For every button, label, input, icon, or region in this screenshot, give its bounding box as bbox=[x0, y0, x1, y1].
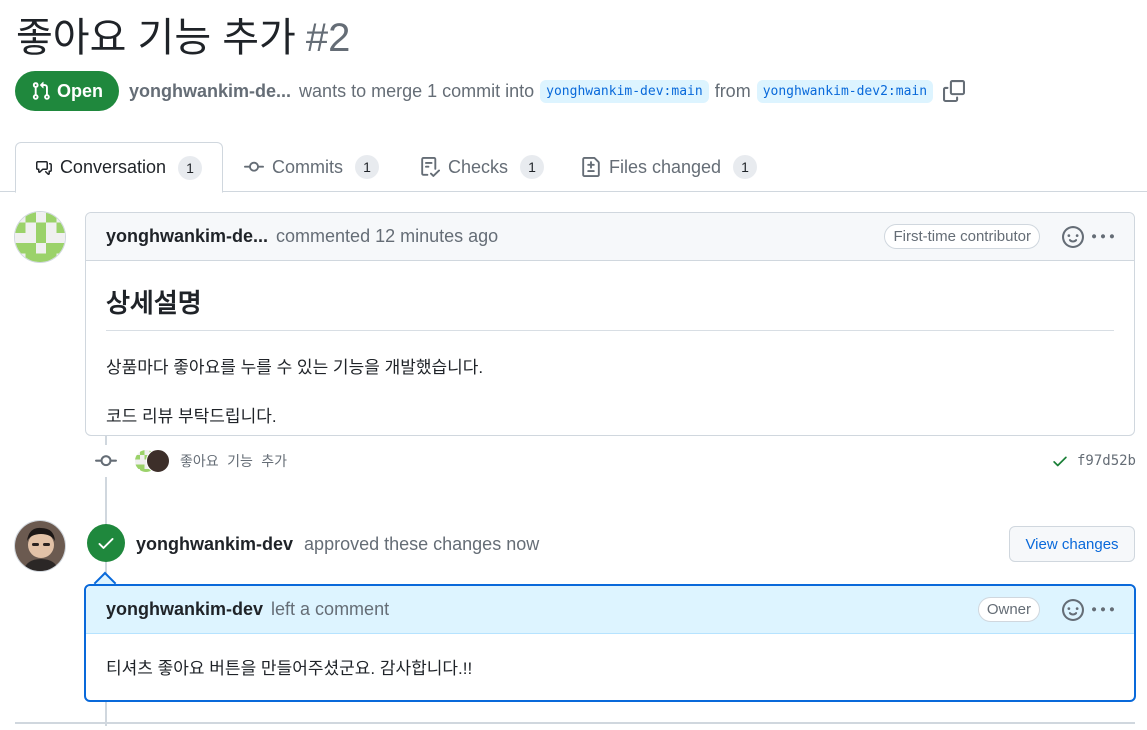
tab-counter: 1 bbox=[355, 155, 379, 179]
avatar[interactable] bbox=[14, 211, 66, 263]
review-summary: yonghwankim-dev approved these changes n… bbox=[136, 534, 539, 555]
comment-header: yonghwankim-de... commented 12 minutes a… bbox=[86, 213, 1134, 261]
pr-meta-row: Open yonghwankim-de... wants to merge 1 … bbox=[15, 71, 966, 111]
git-commit-icon bbox=[90, 445, 122, 477]
timeline-divider bbox=[15, 722, 1135, 724]
comment-author-link[interactable]: yonghwankim-dev bbox=[106, 599, 263, 620]
kebab-menu-icon[interactable] bbox=[1092, 599, 1114, 621]
comment-discussion-icon bbox=[36, 160, 52, 175]
head-branch[interactable]: yonghwankim-dev2:main bbox=[756, 79, 934, 103]
pr-tabs: Conversation 1 Commits 1 Checks 1 Files … bbox=[0, 142, 1147, 193]
commit-status: f97d52b bbox=[1051, 452, 1136, 470]
tab-files-changed[interactable]: Files changed 1 bbox=[561, 142, 777, 192]
tab-counter: 1 bbox=[178, 155, 202, 180]
tab-commits[interactable]: Commits 1 bbox=[224, 142, 399, 192]
tab-conversation[interactable]: Conversation 1 bbox=[15, 142, 223, 193]
tab-checks[interactable]: Checks 1 bbox=[400, 142, 564, 192]
comment-body: 상세설명 상품마다 좋아요를 누를 수 있는 기능을 개발했습니다. 코드 리뷰… bbox=[86, 261, 1134, 471]
review-action: approved these changes now bbox=[304, 534, 540, 554]
tab-label: Files changed bbox=[609, 156, 722, 177]
checklist-icon bbox=[421, 157, 440, 177]
from-text: from bbox=[714, 80, 751, 101]
git-pull-request-icon bbox=[32, 81, 50, 100]
review-author-link[interactable]: yonghwankim-dev bbox=[136, 534, 293, 554]
comment-body: 티셔츠 좋아요 버튼을 만들어주셨군요. 감사합니다.!! bbox=[86, 634, 1134, 699]
pr-title: 좋아요 기능 추가 #2 bbox=[16, 12, 350, 64]
file-diff-icon bbox=[582, 157, 600, 177]
tab-label: Commits bbox=[272, 156, 343, 177]
approved-check-badge bbox=[87, 524, 125, 562]
comment-header: yonghwankim-dev left a comment Owner bbox=[86, 586, 1134, 634]
tab-label: Conversation bbox=[59, 157, 166, 177]
comment-paragraph: 코드 리뷰 부탁드립니다. bbox=[106, 407, 277, 426]
comment-author-link[interactable]: yonghwankim-de... bbox=[106, 226, 268, 247]
contributor-badge: First-time contributor bbox=[884, 224, 1040, 249]
comment-heading: 상세설명 bbox=[106, 283, 1114, 331]
avatar[interactable] bbox=[14, 520, 66, 572]
check-icon bbox=[98, 538, 114, 549]
check-icon[interactable] bbox=[1051, 452, 1069, 470]
kebab-menu-icon[interactable] bbox=[1092, 226, 1114, 248]
copy-icon[interactable] bbox=[943, 80, 966, 102]
tab-counter: 1 bbox=[520, 155, 545, 179]
commit-message-link[interactable]: 좋아요 기능 추가 bbox=[180, 451, 287, 471]
review-comment: yonghwankim-dev left a comment Owner 티셔츠… bbox=[84, 584, 1136, 702]
avatar[interactable] bbox=[146, 449, 170, 473]
comment-paragraph: 티셔츠 좋아요 버튼을 만들어주셨군요. 감사합니다.!! bbox=[106, 659, 473, 678]
base-branch[interactable]: yonghwankim-dev:main bbox=[540, 79, 709, 103]
commit-row: 좋아요 기능 추가 f97d52b bbox=[90, 445, 1136, 477]
pr-number: #2 bbox=[305, 16, 351, 60]
merge-description: yonghwankim-de... wants to merge 1 commi… bbox=[129, 79, 966, 103]
tab-counter: 1 bbox=[733, 155, 758, 179]
owner-badge: Owner bbox=[977, 597, 1040, 622]
identicon-icon bbox=[15, 212, 65, 262]
comment-action: left a comment bbox=[271, 599, 390, 619]
state-label: Open bbox=[57, 80, 104, 101]
merge-text: wants to merge 1 commit into bbox=[299, 80, 535, 101]
commit-sha-link[interactable]: f97d52b bbox=[1077, 453, 1136, 469]
pr-author-link[interactable]: yonghwankim-de... bbox=[129, 81, 291, 102]
comment-timestamp[interactable]: commented 12 minutes ago bbox=[276, 226, 498, 247]
comment-paragraph: 상품마다 좋아요를 누를 수 있는 기능을 개발했습니다. bbox=[106, 358, 484, 377]
smiley-icon[interactable] bbox=[1062, 598, 1084, 621]
commit-avatars bbox=[134, 449, 174, 473]
pr-description-comment: yonghwankim-de... commented 12 minutes a… bbox=[85, 212, 1135, 436]
git-commit-icon bbox=[244, 161, 264, 172]
view-changes-button[interactable]: View changes bbox=[1009, 526, 1135, 562]
smiley-icon[interactable] bbox=[1062, 225, 1084, 248]
state-badge: Open bbox=[15, 71, 120, 111]
tab-label: Checks bbox=[448, 156, 509, 177]
pr-title-text: 좋아요 기능 추가 bbox=[16, 16, 296, 60]
user-photo-icon bbox=[15, 521, 65, 571]
